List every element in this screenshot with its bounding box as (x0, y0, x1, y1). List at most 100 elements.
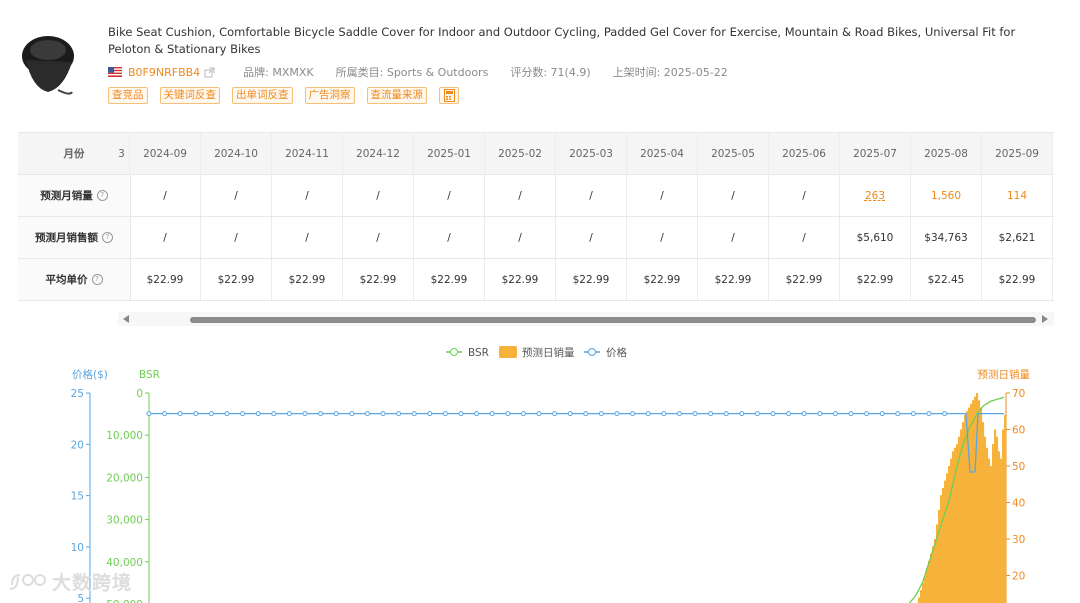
daily-sales-bar[interactable] (990, 466, 993, 603)
daily-sales-bar[interactable] (952, 451, 955, 603)
price-point[interactable] (708, 411, 714, 417)
daily-sales-bar[interactable] (918, 597, 921, 603)
keyword-lookup-button[interactable]: 关键词反查 (159, 87, 220, 104)
daily-sales-bar[interactable] (978, 400, 981, 603)
price-point[interactable] (255, 411, 261, 417)
price-point[interactable] (224, 411, 230, 417)
price-point[interactable] (645, 411, 651, 417)
price-point[interactable] (739, 411, 745, 417)
daily-sales-bar[interactable] (922, 582, 925, 603)
price-point[interactable] (723, 411, 729, 417)
price-point[interactable] (411, 411, 417, 417)
order-keyword-lookup-button[interactable]: 出单词反查 (232, 87, 293, 104)
daily-sales-bar[interactable] (994, 429, 997, 603)
daily-sales-bar[interactable] (924, 575, 927, 603)
price-point[interactable] (396, 411, 402, 417)
chart-legend[interactable]: BSR 预测日销量 价格 (446, 346, 627, 359)
price-point[interactable] (895, 411, 901, 417)
price-point[interactable] (817, 411, 823, 417)
daily-sales-bar[interactable] (996, 436, 999, 603)
scroll-right-arrow-icon[interactable] (1042, 315, 1048, 323)
price-point[interactable] (177, 411, 183, 417)
daily-sales-bar[interactable] (968, 407, 971, 603)
price-point[interactable] (162, 411, 168, 417)
scroll-left-arrow-icon[interactable] (123, 315, 129, 323)
price-point[interactable] (474, 411, 480, 417)
daily-sales-bar[interactable] (986, 447, 989, 603)
daily-sales-bar[interactable] (1004, 414, 1007, 603)
traffic-source-button[interactable]: 查流量来源 (366, 87, 427, 104)
price-point[interactable] (583, 411, 589, 417)
price-point[interactable] (598, 411, 604, 417)
price-point[interactable] (146, 411, 152, 417)
price-point[interactable] (240, 411, 246, 417)
daily-sales-bar[interactable] (972, 400, 975, 603)
price-point[interactable] (193, 411, 199, 417)
help-icon[interactable]: ? (91, 274, 103, 285)
daily-sales-bar[interactable] (948, 466, 951, 603)
daily-sales-bar[interactable] (964, 414, 967, 603)
daily-sales-bar[interactable] (938, 509, 941, 603)
daily-sales-bar[interactable] (940, 495, 943, 603)
price-point[interactable] (676, 411, 682, 417)
price-point[interactable] (661, 411, 667, 417)
daily-sales-bar[interactable] (998, 451, 1001, 603)
daily-sales-bar[interactable] (942, 487, 945, 603)
price-point[interactable] (318, 411, 324, 417)
price-point[interactable] (505, 411, 511, 417)
price-point[interactable] (879, 411, 885, 417)
price-point[interactable] (926, 411, 932, 417)
daily-sales-bar[interactable] (982, 422, 985, 603)
daily-sales-bar[interactable] (984, 436, 987, 603)
daily-sales-bar[interactable] (926, 568, 929, 603)
help-icon[interactable]: ? (96, 190, 108, 201)
price-point[interactable] (786, 411, 792, 417)
price-point[interactable] (333, 411, 339, 417)
price-point[interactable] (271, 411, 277, 417)
price-point[interactable] (458, 411, 464, 417)
daily-sales-bar[interactable] (934, 539, 937, 603)
daily-sales-bar[interactable] (930, 553, 933, 603)
daily-sales-bar[interactable] (992, 444, 995, 603)
price-point[interactable] (427, 411, 433, 417)
daily-sales-bar[interactable] (980, 407, 983, 603)
price-point[interactable] (442, 411, 448, 417)
price-point[interactable] (208, 411, 214, 417)
sales-cell[interactable]: 1,560 (911, 175, 982, 216)
find-competitors-button[interactable]: 查竞品 (108, 87, 148, 104)
price-point[interactable] (770, 411, 776, 417)
help-icon[interactable]: ? (102, 232, 113, 243)
asin-link[interactable]: B0F9NRFBB4 (128, 66, 200, 79)
daily-sales-bar[interactable] (974, 396, 977, 603)
table-horizontal-scrollbar[interactable] (118, 312, 1054, 326)
daily-sales-bar[interactable] (1000, 458, 1003, 603)
daily-sales-bar[interactable] (920, 590, 923, 603)
price-point[interactable] (832, 411, 838, 417)
price-point[interactable] (552, 411, 558, 417)
price-point[interactable] (630, 411, 636, 417)
daily-sales-bar[interactable] (970, 403, 973, 603)
price-point[interactable] (349, 411, 355, 417)
price-point[interactable] (942, 411, 948, 417)
price-point[interactable] (848, 411, 854, 417)
price-point[interactable] (302, 411, 308, 417)
price-point[interactable] (520, 411, 526, 417)
price-point[interactable] (910, 411, 916, 417)
daily-sales-bar[interactable] (928, 560, 931, 603)
price-point[interactable] (489, 411, 495, 417)
scrollbar-thumb[interactable] (190, 317, 1036, 323)
daily-sales-bar[interactable] (944, 480, 947, 603)
price-point[interactable] (754, 411, 760, 417)
daily-sales-bar[interactable] (946, 473, 949, 603)
daily-sales-bar[interactable] (950, 458, 953, 603)
sales-cell[interactable]: 114 (982, 175, 1053, 216)
price-point[interactable] (614, 411, 620, 417)
price-point[interactable] (364, 411, 370, 417)
price-point[interactable] (286, 411, 292, 417)
calculator-button[interactable] (439, 87, 459, 104)
sales-cell[interactable]: 263 (840, 175, 911, 216)
ad-insight-button[interactable]: 广告洞察 (304, 87, 355, 104)
daily-sales-bar[interactable] (932, 546, 935, 603)
daily-sales-bar[interactable] (988, 458, 991, 603)
price-point[interactable] (567, 411, 573, 417)
